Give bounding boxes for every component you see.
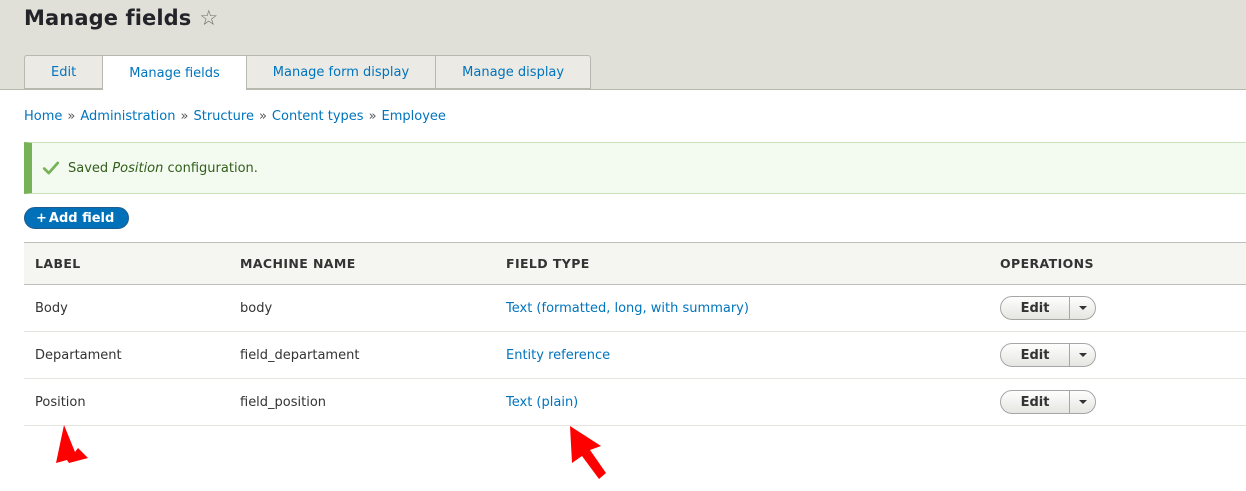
field-label: Departament bbox=[24, 331, 229, 379]
page-header: Manage fields ☆ Edit Manage fields Manag… bbox=[0, 0, 1246, 90]
field-type-link[interactable]: Text (formatted, long, with summary) bbox=[506, 301, 749, 316]
breadcrumb-structure[interactable]: Structure bbox=[193, 109, 253, 124]
fields-table: LABEL MACHINE NAME FIELD TYPE OPERATIONS… bbox=[24, 242, 1246, 426]
field-label: Position bbox=[24, 378, 229, 426]
operations-toggle[interactable] bbox=[1070, 391, 1095, 413]
field-machine-name: field_departament bbox=[229, 331, 495, 379]
field-label: Body bbox=[24, 284, 229, 332]
table-row: Departament field_departament Entity ref… bbox=[24, 331, 1246, 379]
column-header-label: LABEL bbox=[24, 242, 229, 285]
add-field-button[interactable]: + Add field bbox=[24, 207, 130, 229]
star-icon[interactable]: ☆ bbox=[199, 7, 218, 29]
field-machine-name: field_position bbox=[229, 378, 495, 426]
add-field-label: Add field bbox=[48, 210, 115, 226]
tab-manage-fields[interactable]: Manage fields bbox=[102, 55, 246, 90]
operations-toggle[interactable] bbox=[1070, 344, 1095, 366]
breadcrumb-separator: » bbox=[258, 109, 267, 124]
operations-dropbutton: Edit bbox=[1000, 343, 1096, 367]
operations-dropbutton: Edit bbox=[1000, 390, 1096, 414]
table-row: Position field_position Text (plain) Edi… bbox=[24, 378, 1246, 426]
title-row: Manage fields ☆ bbox=[24, 6, 218, 30]
red-arrow-annotation bbox=[570, 426, 606, 479]
breadcrumb-content-types[interactable]: Content types bbox=[272, 109, 364, 124]
page-title: Manage fields bbox=[24, 6, 192, 30]
operations-dropbutton: Edit bbox=[1000, 296, 1096, 320]
field-type-link[interactable]: Text (plain) bbox=[506, 395, 578, 410]
status-message-field: Position bbox=[112, 160, 164, 176]
edit-button[interactable]: Edit bbox=[1001, 391, 1070, 413]
table-row: Body body Text (formatted, long, with su… bbox=[24, 284, 1246, 332]
tab-manage-display[interactable]: Manage display bbox=[435, 55, 592, 89]
breadcrumb-separator: » bbox=[180, 109, 189, 124]
edit-button[interactable]: Edit bbox=[1001, 297, 1070, 319]
breadcrumb: Home » Administration » Structure » Content ty… bbox=[24, 109, 446, 124]
caret-down-icon bbox=[1078, 400, 1087, 404]
field-machine-name: body bbox=[229, 284, 495, 332]
primary-tabs: Edit Manage fields Manage form display M… bbox=[24, 55, 592, 90]
table-header-row: LABEL MACHINE NAME FIELD TYPE OPERATIONS bbox=[24, 242, 1246, 285]
field-type-link[interactable]: Entity reference bbox=[506, 348, 610, 363]
column-header-machine-name: MACHINE NAME bbox=[229, 242, 495, 285]
column-header-operations: OPERATIONS bbox=[989, 242, 1246, 285]
caret-down-icon bbox=[1078, 306, 1087, 310]
edit-button[interactable]: Edit bbox=[1001, 344, 1070, 366]
status-message-text: Saved Position configuration. bbox=[68, 160, 258, 176]
operations-toggle[interactable] bbox=[1070, 297, 1095, 319]
breadcrumb-separator: » bbox=[67, 109, 76, 124]
tab-edit[interactable]: Edit bbox=[24, 55, 103, 89]
red-arrow-annotation bbox=[56, 425, 88, 463]
breadcrumb-employee[interactable]: Employee bbox=[382, 109, 446, 124]
breadcrumb-home[interactable]: Home bbox=[24, 109, 62, 124]
check-icon bbox=[42, 161, 60, 175]
caret-down-icon bbox=[1078, 353, 1087, 357]
status-message: Saved Position configuration. bbox=[24, 142, 1246, 194]
column-header-field-type: FIELD TYPE bbox=[495, 242, 989, 285]
breadcrumb-administration[interactable]: Administration bbox=[80, 109, 175, 124]
plus-icon: + bbox=[36, 210, 47, 226]
breadcrumb-separator: » bbox=[368, 109, 377, 124]
tab-manage-form-display[interactable]: Manage form display bbox=[245, 55, 436, 89]
